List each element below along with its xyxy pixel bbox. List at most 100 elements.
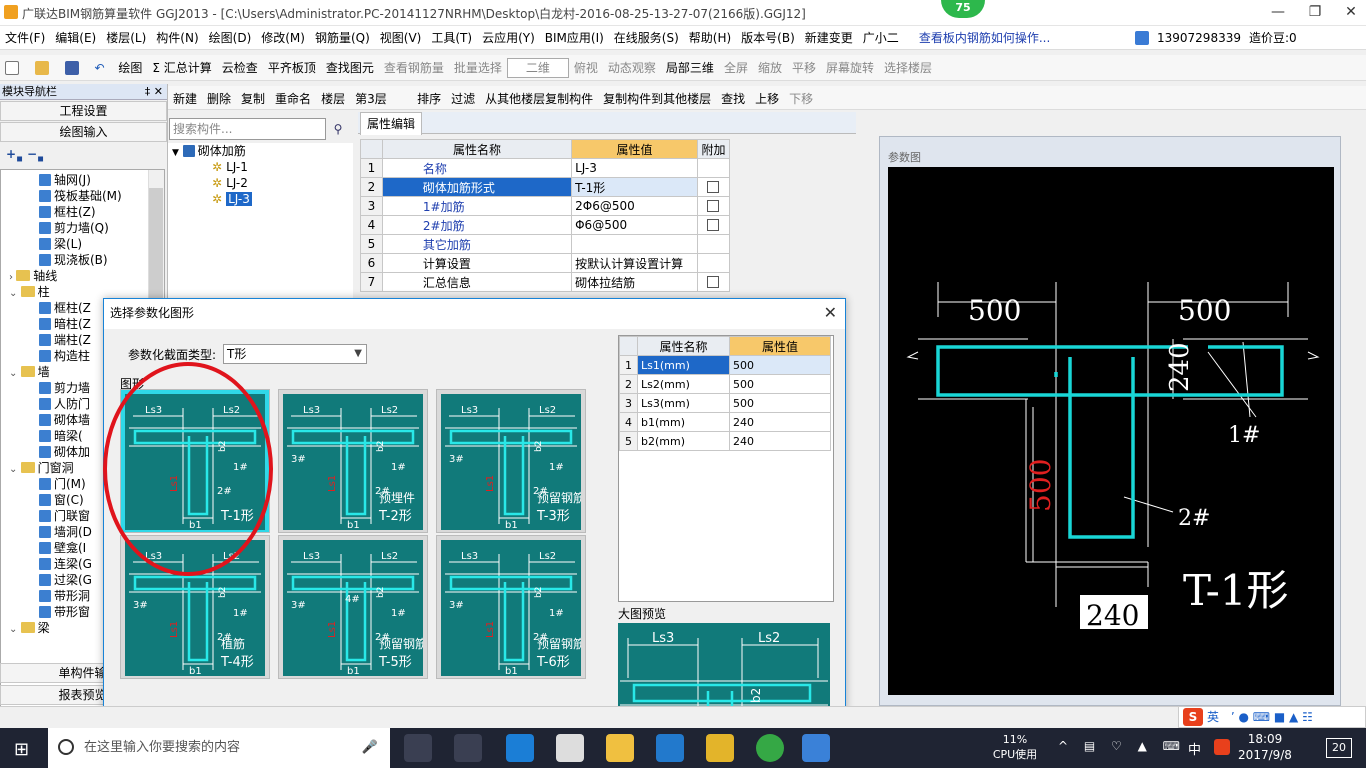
property-row[interactable]: 3 1#加筋 2Φ6@500 (360, 196, 731, 216)
property-extra[interactable] (696, 234, 731, 254)
property-extra[interactable] (696, 177, 731, 197)
extra-checkbox[interactable] (707, 276, 720, 288)
property-value[interactable]: T-1形 (571, 177, 698, 197)
component-toolbar-button-6[interactable]: 排序 (412, 86, 446, 112)
property-value[interactable]: Φ6@500 (571, 215, 698, 235)
nav-tree-item[interactable]: › 轴线 (1, 268, 164, 284)
system-tray-icons[interactable]: ^ ▤ ♡ ▲ ⌨ (1058, 739, 1186, 753)
menu-item-9[interactable]: 云应用(Y) (477, 26, 540, 50)
extra-checkbox[interactable] (707, 200, 720, 212)
menu-item-7[interactable]: 视图(V) (375, 26, 427, 50)
component-item[interactable]: ✲ LJ-1 (168, 159, 353, 175)
property-row[interactable]: 2 砌体加筋形式 T-1形 (360, 177, 731, 197)
param-row[interactable]: 3 Ls3(mm) 500 (619, 393, 831, 413)
store-icon[interactable] (556, 734, 584, 762)
windows-start-icon[interactable]: ⊞ (14, 739, 29, 760)
close-window-button[interactable]: ✕ (1333, 2, 1366, 22)
dialog-close-button[interactable]: ✕ (824, 303, 837, 322)
toolbar-button-1[interactable]: Σ 汇总计算 (147, 55, 216, 81)
component-toolbar-button-5[interactable]: 第3层 (350, 86, 412, 112)
tree-root[interactable]: ▼ 砌体加筋 (168, 143, 353, 159)
undo-button[interactable]: ↶ (89, 55, 109, 81)
task-view-icon[interactable] (404, 734, 432, 762)
param-row[interactable]: 1 Ls1(mm) 500 (619, 355, 831, 375)
param-value[interactable]: 240 (729, 412, 831, 432)
pin-close-icon[interactable]: ‡ ✕ (145, 84, 167, 100)
glodon-icon[interactable] (656, 734, 684, 762)
nav-tree-item[interactable]: 筏板基础(M) (1, 188, 164, 204)
nav-tree-item[interactable]: 剪力墙(Q) (1, 220, 164, 236)
toolbar-button-13[interactable]: 平移 (787, 55, 821, 81)
component-search-input[interactable]: 搜索构件... (169, 118, 326, 140)
app-icon-1[interactable] (454, 734, 482, 762)
property-row[interactable]: 6 计算设置 按默认计算设置计算 (360, 253, 731, 273)
component-toolbar-button-9[interactable]: 复制构件到其他楼层 (598, 86, 716, 112)
toolbar-button-12[interactable]: 缩放 (753, 55, 787, 81)
component-toolbar-button-0[interactable]: 新建 (168, 86, 202, 112)
param-value[interactable]: 240 (729, 431, 831, 451)
component-toolbar-button-11[interactable]: 上移 (750, 86, 784, 112)
taskbar-search-box[interactable]: 在这里输入你要搜索的内容 🎤 (48, 728, 390, 768)
toolbar-button-7[interactable]: 二维 (506, 58, 569, 78)
property-row[interactable]: 1 名称 LJ-3 (360, 158, 731, 178)
menu-item-0[interactable]: 文件(F) (0, 26, 50, 50)
toolbar-button-14[interactable]: 屏幕旋转 (821, 55, 879, 81)
nav-tree-item[interactable]: 梁(L) (1, 236, 164, 252)
app-icon-2[interactable] (756, 734, 784, 762)
property-extra[interactable] (696, 215, 731, 235)
nav-tree-item[interactable]: 现浇板(B) (1, 252, 164, 268)
menu-item-11[interactable]: 在线服务(S) (609, 26, 684, 50)
toolbar-button-11[interactable]: 全屏 (719, 55, 753, 81)
nav-button-drawing-input[interactable]: 绘图输入 (0, 122, 167, 142)
toolbar-button-8[interactable]: 俯视 (569, 55, 603, 81)
sogou-tray-icon[interactable] (1214, 739, 1230, 755)
restore-button[interactable]: ❐ (1297, 2, 1333, 22)
expand-toggle-icon[interactable]: ⌄ (9, 288, 21, 299)
ime-indicator[interactable]: 中 (1188, 739, 1201, 758)
property-value[interactable]: LJ-3 (571, 158, 698, 178)
tab-property-edit[interactable]: 属性编辑 (360, 112, 423, 135)
edge-icon[interactable] (506, 734, 534, 762)
property-extra[interactable] (696, 158, 731, 178)
section-type-select[interactable]: T形 ▼ (223, 344, 367, 364)
menu-item-14[interactable]: 新建变更 (800, 26, 858, 50)
microphone-icon[interactable]: 🎤 (362, 728, 378, 768)
component-item[interactable]: ✲ LJ-2 (168, 175, 353, 191)
param-row[interactable]: 2 Ls2(mm) 500 (619, 374, 831, 394)
menu-item-4[interactable]: 绘图(D) (204, 26, 257, 50)
param-value[interactable]: 500 (729, 355, 831, 375)
open-file-button[interactable] (30, 55, 56, 81)
shape-tile[interactable]: Ls3 Ls2 b2 b1 Ls1 1# 2# 3# 4# 预留钢筋 T-5形 (278, 535, 428, 679)
param-value[interactable]: 500 (729, 393, 831, 413)
nav-button-project-settings[interactable]: 工程设置 (0, 101, 167, 121)
toolbar-button-10[interactable]: 局部三维 (661, 55, 719, 81)
toolbar-button-9[interactable]: 动态观察 (603, 55, 661, 81)
nav-tree-item[interactable]: 框柱(Z) (1, 204, 164, 220)
property-row[interactable]: 4 2#加筋 Φ6@500 (360, 215, 731, 235)
component-toolbar-button-7[interactable]: 过滤 (446, 86, 480, 112)
sogou-icon[interactable]: S (1183, 708, 1203, 726)
shape-tile[interactable]: Ls3 Ls2 b2 b1 Ls1 1# 2# 3# 预埋件 T-2形 (278, 389, 428, 533)
menu-item-13[interactable]: 版本号(B) (736, 26, 800, 50)
toolbar-button-0[interactable]: 绘图 (113, 55, 147, 81)
ime-tools-icons[interactable]: ’ ● ⌨ ■ ▲ ☷ (1231, 710, 1313, 724)
ime-lang[interactable]: 英 (1207, 710, 1219, 724)
notes-icon[interactable] (706, 734, 734, 762)
menu-item-16[interactable]: 查看板内钢筋如何操作... (914, 26, 1055, 50)
menu-item-1[interactable]: 编辑(E) (50, 26, 101, 50)
extra-checkbox[interactable] (707, 219, 720, 231)
minimize-button[interactable]: — (1260, 2, 1296, 22)
toolbar-button-15[interactable]: 选择楼层 (879, 55, 937, 81)
component-toolbar-button-3[interactable]: 重命名 (270, 86, 316, 112)
notification-center-icon[interactable]: 20 (1326, 738, 1352, 758)
menu-item-5[interactable]: 修改(M) (256, 26, 310, 50)
component-toolbar-button-8[interactable]: 从其他楼层复制构件 (480, 86, 598, 112)
expand-toggle-icon[interactable]: ⌄ (9, 624, 21, 635)
extra-checkbox[interactable] (707, 181, 720, 193)
component-toolbar-button-10[interactable]: 查找 (716, 86, 750, 112)
menu-item-15[interactable]: 广小二 (858, 26, 904, 50)
save-button[interactable] (60, 55, 86, 81)
expand-toggle-icon[interactable]: ⌄ (9, 464, 21, 475)
search-icon[interactable]: ⚲ (328, 118, 348, 140)
shape-tile[interactable]: Ls3 Ls2 b2 b1 Ls1 1# 2# 3# 预留钢筋 T-3形 (436, 389, 586, 533)
